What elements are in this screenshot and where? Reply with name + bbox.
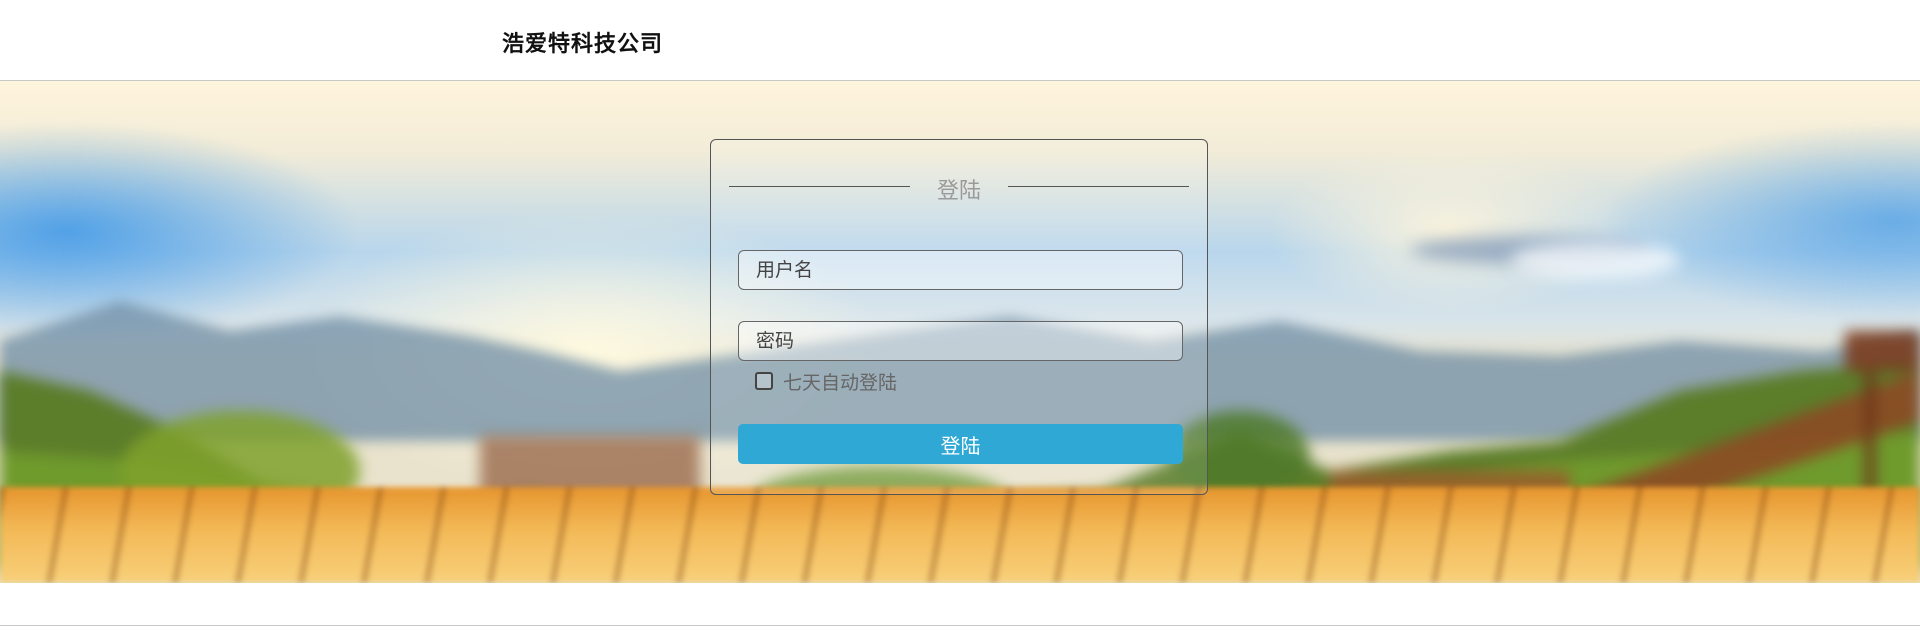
title-divider-left [729,186,910,187]
remember-me-option[interactable]: 七天自动登陆 [755,368,897,394]
footer-divider [0,625,1920,626]
username-input[interactable] [738,250,1183,290]
login-title-row: 登陆 [729,170,1189,204]
title-divider-right [1008,186,1189,187]
company-name: 浩爱特科技公司 [502,32,664,57]
login-panel: 登陆 七天自动登陆 登陆 [710,139,1208,495]
remember-me-checkbox[interactable] [755,372,773,390]
login-button[interactable]: 登陆 [738,424,1183,464]
remember-me-label: 七天自动登陆 [783,371,898,394]
top-header: 浩爱特科技公司 [0,0,1920,81]
password-input[interactable] [738,321,1183,361]
login-title: 登陆 [936,179,981,204]
wooden-deck [0,487,1920,583]
